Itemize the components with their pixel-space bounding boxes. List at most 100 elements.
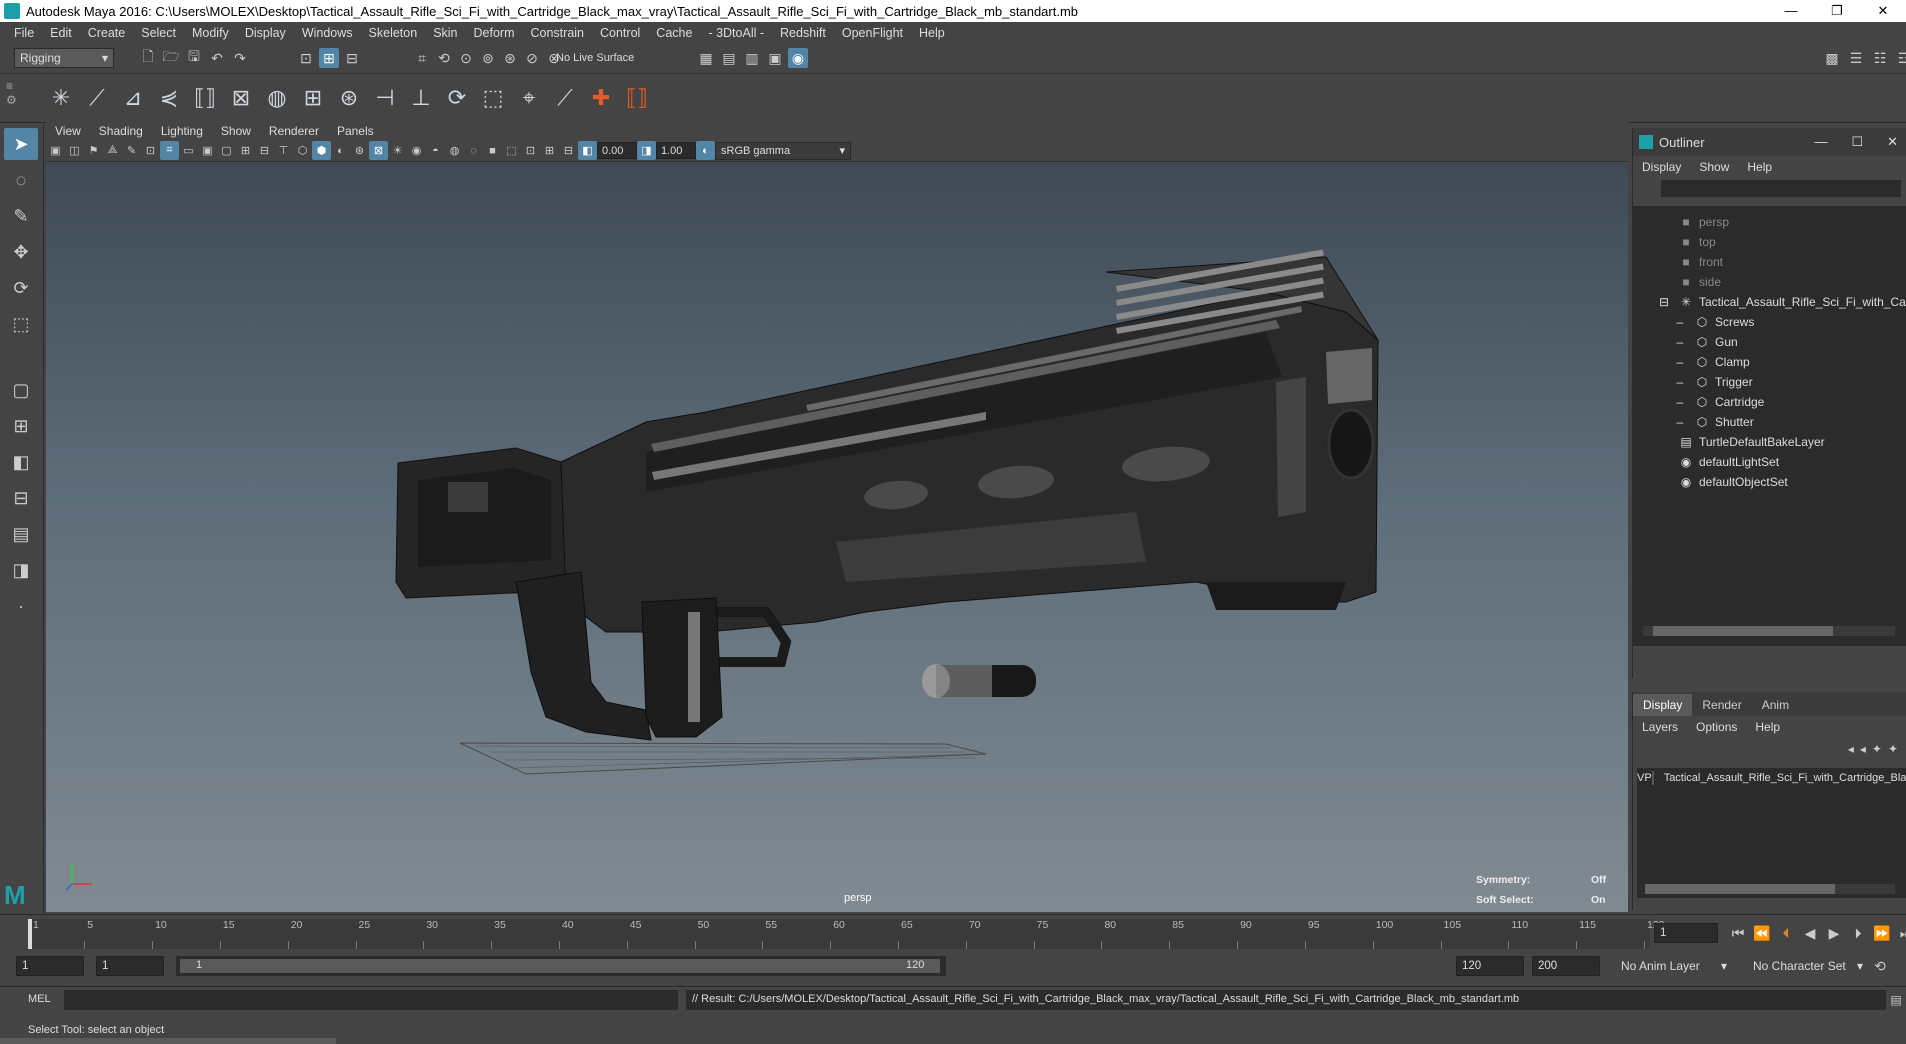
depth-of-field-icon[interactable]: ■ <box>483 141 502 160</box>
time-ruler[interactable]: 1 5 10 15 20 25 30 35 40 45 50 55 60 65 70 75 80 85 90 95 10… <box>28 919 1665 949</box>
gamma-icon[interactable]: ◨ <box>637 141 656 160</box>
film-gate-icon[interactable]: ▭ <box>179 141 198 160</box>
ik-spline-icon[interactable]: ⋞ <box>154 81 184 115</box>
menu-redshift[interactable]: Redshift <box>772 26 834 40</box>
tab-render[interactable]: Render <box>1692 694 1751 716</box>
list-item[interactable]: – ⬡ Cartridge <box>1671 392 1765 412</box>
ambient-occlusion-icon[interactable]: ◓ <box>426 141 445 160</box>
table-row[interactable]: V P Tactical_Assault_Rifle_Sci_Fi_with_C… <box>1637 768 1906 788</box>
layout-more-icon[interactable]: · <box>4 590 38 622</box>
menuset-dropdown[interactable]: Rigging ▾ <box>14 48 114 68</box>
new-scene-icon[interactable]: 🗋 <box>138 48 158 68</box>
snap-grid-icon[interactable]: ⌗ <box>412 48 432 68</box>
move-layer-down-icon[interactable]: ◂ <box>1860 742 1866 756</box>
list-item[interactable]: ■ top <box>1677 232 1715 252</box>
create-joints-icon[interactable]: ✳ <box>46 81 76 115</box>
wireframe-icon[interactable]: ⬡ <box>293 141 312 160</box>
scale-tool-icon[interactable]: ⬚ <box>4 308 38 340</box>
list-item[interactable]: ◉ defaultLightSet <box>1677 452 1779 472</box>
layer-playback-toggle[interactable]: P <box>1644 772 1651 784</box>
shadows-icon[interactable]: ◉ <box>407 141 426 160</box>
menu-3dtoall[interactable]: - 3DtoAll - <box>700 26 772 40</box>
current-frame-field[interactable] <box>1654 923 1718 943</box>
go-to-start-icon[interactable]: ⏮ <box>1728 923 1748 943</box>
menu-file[interactable]: File <box>6 26 42 40</box>
rotate-tool-icon[interactable]: ⟳ <box>4 272 38 304</box>
command-input[interactable] <box>64 990 678 1010</box>
hik-character-icon[interactable]: ⟦⟧ <box>622 81 652 115</box>
list-item[interactable]: ⊟ ✳ Tactical_Assault_Rifle_Sci_Fi_with_Car… <box>1655 292 1906 312</box>
select-component-icon[interactable]: ⊟ <box>342 48 362 68</box>
pole-vector-icon[interactable]: ⟋ <box>550 81 580 115</box>
exposure-field[interactable] <box>597 142 637 159</box>
layer-scrollbar[interactable] <box>1645 884 1895 894</box>
use-all-lights-icon[interactable]: ☀ <box>388 141 407 160</box>
hypershade-icon[interactable]: ▣ <box>765 48 785 68</box>
persp-graph-layout-icon[interactable]: ⊟ <box>4 482 38 514</box>
animation-start-field[interactable] <box>16 956 84 976</box>
go-to-end-icon[interactable]: ⏭ <box>1896 923 1906 943</box>
resolution-gate-icon[interactable]: ▣ <box>198 141 217 160</box>
list-item[interactable]: – ⬡ Gun <box>1671 332 1738 352</box>
layer-display-type-toggle[interactable] <box>1651 771 1654 785</box>
xray-icon[interactable]: ⊡ <box>521 141 540 160</box>
outliner-search-input[interactable] <box>1661 180 1901 197</box>
outliner-menu-display[interactable]: Display <box>1633 160 1690 174</box>
vp-menu-view[interactable]: View <box>46 124 90 138</box>
move-tool-icon[interactable]: ✥ <box>4 236 38 268</box>
list-item[interactable]: – ⬡ Shutter <box>1671 412 1754 432</box>
safe-title-icon[interactable]: ⊤ <box>274 141 293 160</box>
render-frame-icon[interactable]: ▦ <box>696 48 716 68</box>
snap-view-icon[interactable]: ⊚ <box>478 48 498 68</box>
collapse-icon[interactable]: ⊟ <box>1655 295 1673 309</box>
insert-joint-icon[interactable]: ⟋ <box>82 81 112 115</box>
layers-menu-help[interactable]: Help <box>1746 720 1789 734</box>
vp-menu-show[interactable]: Show <box>212 124 260 138</box>
2d-pan-zoom-icon[interactable]: ⊡ <box>141 141 160 160</box>
snap-curve-icon[interactable]: ⟲ <box>434 48 454 68</box>
current-time-indicator[interactable] <box>28 919 32 949</box>
scale-constraint-icon[interactable]: ⬚ <box>478 81 508 115</box>
select-hierarchy-icon[interactable]: ⊡ <box>296 48 316 68</box>
field-chart-icon[interactable]: ⊞ <box>236 141 255 160</box>
snap-surface-icon[interactable]: ⊛ <box>500 48 520 68</box>
anim-layer-dropdown[interactable]: No Anim Layer ▾ <box>1616 956 1732 976</box>
menu-windows[interactable]: Windows <box>294 26 361 40</box>
vp-menu-renderer[interactable]: Renderer <box>260 124 328 138</box>
redo-icon[interactable]: ↷ <box>230 48 250 68</box>
tab-display[interactable]: Display <box>1633 694 1693 716</box>
snap-magnet-icon[interactable]: ⊘ <box>522 48 542 68</box>
cluster-icon[interactable]: ⊠ <box>226 81 256 115</box>
orient-constraint-icon[interactable]: ⟳ <box>442 81 472 115</box>
auto-key-icon[interactable]: ⟲ <box>1870 956 1890 976</box>
play-backwards-icon[interactable]: ◀ <box>1800 923 1820 943</box>
animation-end-field[interactable] <box>1532 956 1600 976</box>
bind-skin-icon[interactable]: ⟦⟧ <box>190 81 220 115</box>
render-view-icon[interactable]: ◉ <box>788 48 808 68</box>
script-language-toggle[interactable]: MEL <box>28 993 51 1005</box>
xray-joints-icon[interactable]: ⊞ <box>540 141 559 160</box>
list-item[interactable]: ▤ TurtleDefaultBakeLayer <box>1677 432 1824 452</box>
menu-help[interactable]: Help <box>911 26 953 40</box>
list-item[interactable]: ■ persp <box>1677 212 1729 232</box>
menu-display[interactable]: Display <box>237 26 294 40</box>
layers-menu-options[interactable]: Options <box>1687 720 1746 734</box>
locator-icon[interactable]: ✚ <box>586 81 616 115</box>
menu-deform[interactable]: Deform <box>466 26 523 40</box>
maximize-button[interactable]: ❐ <box>1814 3 1860 19</box>
step-back-key-icon[interactable]: ⏴ <box>1776 923 1796 943</box>
new-layer-selected-icon[interactable]: ✦ <box>1888 742 1898 756</box>
outliner-menu-show[interactable]: Show <box>1690 160 1738 174</box>
gate-mask-icon[interactable]: ▢ <box>217 141 236 160</box>
attribute-editor-icon[interactable]: ☰ <box>1846 48 1866 68</box>
minimize-button[interactable]: — <box>1768 3 1814 19</box>
snap-point-icon[interactable]: ⊙ <box>456 48 476 68</box>
menu-select[interactable]: Select <box>133 26 184 40</box>
menu-constrain[interactable]: Constrain <box>523 26 593 40</box>
camera-select-icon[interactable]: ▣ <box>46 141 65 160</box>
playback-end-field[interactable] <box>1456 956 1524 976</box>
camera-attributes-icon[interactable]: ◫ <box>65 141 84 160</box>
smooth-shade-icon[interactable]: ⬢ <box>312 141 331 160</box>
menu-cache[interactable]: Cache <box>648 26 700 40</box>
parent-constraint-icon[interactable]: ⌖ <box>514 81 544 115</box>
